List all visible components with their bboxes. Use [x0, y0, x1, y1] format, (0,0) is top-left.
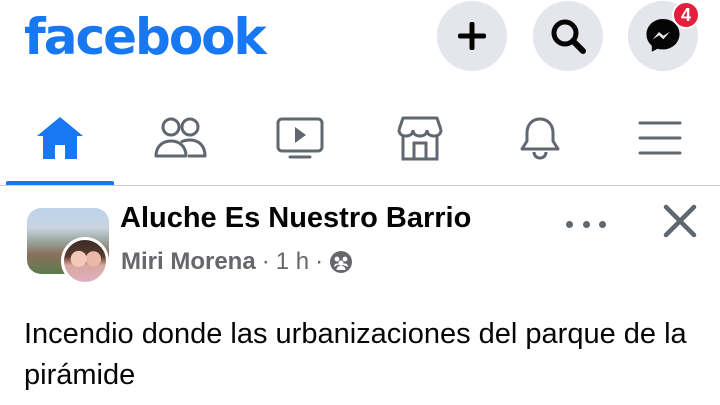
bell-icon — [520, 117, 560, 160]
create-button[interactable] — [437, 1, 507, 71]
tab-menu[interactable] — [600, 92, 720, 184]
watch-video-icon — [276, 117, 324, 159]
author-avatar[interactable] — [61, 237, 109, 285]
home-icon — [37, 117, 83, 159]
friends-icon — [154, 117, 207, 158]
tab-bar — [0, 92, 720, 186]
search-icon — [551, 19, 586, 54]
tab-watch[interactable] — [240, 92, 360, 184]
hamburger-menu-icon — [638, 121, 682, 155]
search-button[interactable] — [533, 1, 603, 71]
tab-notifications[interactable] — [480, 92, 600, 184]
post-body-text: Incendio donde las urbanizaciones del pa… — [24, 318, 687, 391]
plus-icon — [458, 22, 486, 50]
more-dot-icon — [599, 220, 606, 228]
tab-friends[interactable] — [120, 92, 240, 184]
tab-home[interactable] — [0, 92, 120, 185]
marketplace-store-icon — [397, 116, 443, 161]
meta-separator: · — [315, 248, 324, 275]
top-header: facebook 4 — [0, 0, 720, 78]
messenger-button[interactable]: 4 — [628, 1, 700, 71]
active-tab-indicator — [6, 181, 114, 185]
author-name-link[interactable]: Miri Morena — [121, 248, 256, 276]
more-dot-icon — [582, 220, 590, 228]
group-privacy-icon — [330, 251, 353, 273]
post-more-options-button[interactable] — [566, 214, 606, 234]
messenger-badge: 4 — [672, 1, 700, 29]
more-dot-icon — [566, 220, 573, 228]
feed-post: Aluche Es Nuestro Barrio Miri Morena · 1… — [0, 186, 720, 405]
hide-post-button[interactable] — [660, 201, 700, 241]
meta-separator: · — [261, 248, 270, 275]
post-meta: Miri Morena · 1 h · — [121, 248, 353, 276]
post-timestamp[interactable]: 1 h — [276, 248, 309, 276]
tab-marketplace[interactable] — [360, 92, 480, 184]
facebook-logo[interactable]: facebook — [24, 4, 267, 70]
group-name-link[interactable]: Aluche Es Nuestro Barrio — [120, 202, 471, 235]
close-icon — [663, 204, 697, 238]
